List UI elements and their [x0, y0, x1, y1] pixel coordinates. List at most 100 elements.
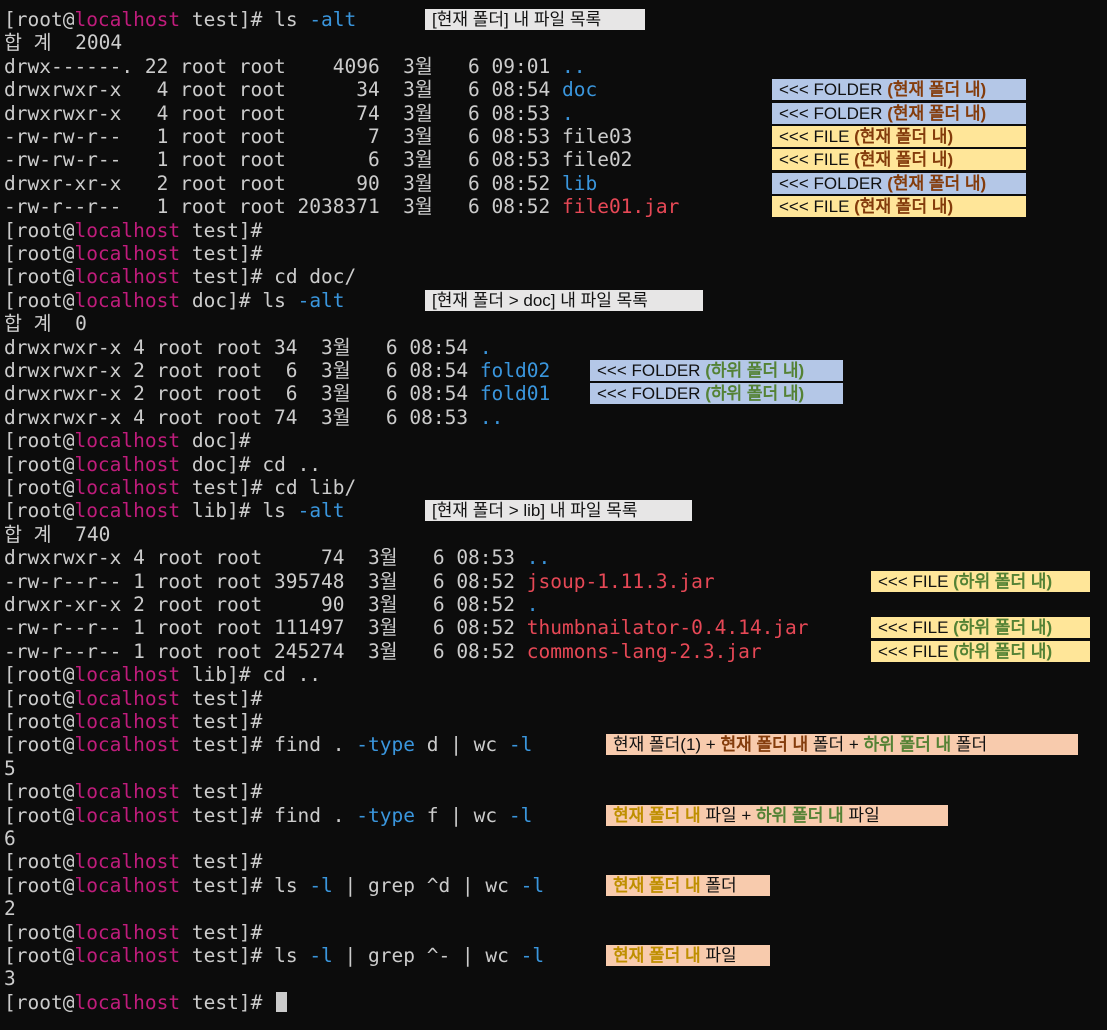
output-line: 합 계 740: [4, 523, 110, 546]
prompt-at: @: [62, 944, 75, 967]
entry-details: drwxr-xr-x 2 root root 90 3월 6 08:52: [4, 593, 527, 616]
prompt-line: [root@localhost test]# ls -l | grep ^d |…: [4, 873, 545, 897]
text-cursor[interactable]: [276, 991, 288, 1012]
prompt-dir: test: [191, 780, 239, 804]
output-text: 3: [4, 967, 16, 991]
prompt-at: @: [62, 710, 75, 733]
prompt-host: localhost: [74, 288, 181, 312]
listing-line: drwx------. 22 root root 4096 3월 6 09:01…: [4, 55, 585, 78]
prompt-user: [root: [4, 944, 63, 967]
prompt-user: [root: [4, 288, 63, 312]
annotation-note: 현재 폴더 내 파일: [606, 945, 770, 966]
prompt-user: [root: [4, 265, 63, 289]
entry-details: drwxrwxr-x 2 root root 6 3월 6 08:54: [4, 359, 480, 382]
prompt-host: localhost: [74, 710, 181, 733]
prompt-user: [root: [4, 429, 63, 453]
annotation-highlight: (현재 폴더 내): [854, 197, 954, 217]
annotation-highlight: 하위 폴더 내: [863, 735, 952, 755]
entry-details: -rw-rw-r-- 1 root root 6 3월 6 08:53: [4, 148, 562, 172]
output-line: 5: [4, 757, 16, 780]
prompt-line: [root@localhost test]#: [4, 920, 275, 944]
prompt-host: localhost: [74, 242, 181, 265]
annotation-note: <<< FILE (현재 폴더 내): [772, 126, 1026, 147]
prompt-at: @: [62, 990, 75, 1014]
entry-details: drwxrwxr-x 4 root root 74 3월 6 08:53: [4, 546, 527, 570]
prompt-host: localhost: [74, 990, 181, 1014]
entry-details: drwxrwxr-x 2 root root 6 3월 6 08:54: [4, 382, 480, 406]
prompt-dir: test: [191, 476, 239, 499]
command-text: ls: [274, 944, 310, 967]
prompt-dir: test: [191, 990, 239, 1014]
prompt-host: localhost: [74, 780, 181, 804]
listing-line: drwxr-xr-x 2 root root 90 3월 6 08:52 .: [4, 593, 539, 616]
annotation-note: <<< FILE (현재 폴더 내): [772, 196, 1026, 218]
annotation-text: <<< FOLDER: [779, 103, 888, 123]
prompt-host: localhost: [74, 265, 181, 289]
annotation-text: [현재 폴더 > lib] 내 파일 목록: [432, 501, 638, 521]
output-text: 합 계 740: [4, 522, 111, 546]
prompt-at: @: [62, 288, 75, 312]
output-line: 6: [4, 827, 16, 850]
command-flag: -l: [520, 873, 545, 897]
folder-name: lib: [561, 171, 598, 195]
prompt-user: [root: [4, 803, 63, 827]
prompt-host: localhost: [74, 920, 181, 944]
prompt-host: localhost: [74, 686, 181, 710]
prompt-line: [root@localhost test]# cd lib/: [4, 476, 357, 499]
annotation-note: [현재 폴더 > lib] 내 파일 목록: [425, 500, 692, 522]
annotation-highlight: 현재 폴더 내: [720, 735, 809, 755]
prompt-at: @: [62, 733, 75, 757]
output-line: 2: [4, 897, 16, 920]
prompt-dir: test: [191, 218, 239, 242]
annotation-note: <<< FOLDER (현재 폴더 내): [772, 79, 1026, 101]
annotation-note: <<< FOLDER (현재 폴더 내): [772, 102, 1026, 124]
prompt-at: @: [62, 920, 75, 944]
annotation-text: <<< FOLDER: [597, 384, 706, 404]
terminal-window[interactable]: [root@localhost test]# ls -alt 합 계 2004 dr…: [0, 0, 1107, 1030]
command-text: | grep ^d | wc: [332, 873, 521, 897]
folder-name: fold01: [479, 382, 551, 406]
file-name: jsoup-1.11.3.jar: [526, 569, 715, 593]
prompt-user: [root: [4, 990, 63, 1014]
listing-line: drwxrwxr-x 4 root root 34 3월 6 08:54 doc: [4, 78, 597, 101]
listing-line: drwxr-xr-x 2 root root 90 3월 6 08:52 lib: [4, 172, 597, 195]
prompt-dir: test: [191, 8, 239, 31]
entry-details: drwxrwxr-x 4 root root 74 3월 6 08:53: [4, 101, 562, 125]
prompt-user: [root: [4, 710, 63, 733]
prompt-line: [root@localhost test]# ls -alt: [4, 8, 357, 31]
annotation-text: [현재 폴더 > doc] 내 파일 목록: [432, 290, 648, 310]
prompt-user: [root: [4, 218, 63, 242]
annotation-highlight: (하위 폴더 내): [953, 618, 1053, 638]
prompt-host: localhost: [74, 499, 181, 523]
output-line: 합 계 2004: [4, 31, 122, 54]
prompt-line: [root@localhost test]#: [4, 242, 275, 265]
annotation-text: 파일: [700, 946, 737, 965]
listing-line: drwxrwxr-x 2 root root 6 3월 6 08:54 fold…: [4, 382, 550, 405]
listing-line: -rw-rw-r-- 1 root root 7 3월 6 08:53 file…: [4, 125, 632, 148]
prompt-at: @: [62, 242, 75, 265]
prompt-dir: test: [191, 733, 239, 757]
command-text: cd lib/: [274, 476, 357, 499]
prompt-dir: doc: [191, 429, 228, 453]
annotation-note: 현재 폴더(1) + 현재 폴더 내 폴더 + 하위 폴더 내 폴더: [606, 734, 1078, 756]
prompt-at: @: [62, 452, 75, 476]
prompt-line: [root@localhost test]# ls -l | grep ^- |…: [4, 944, 545, 967]
output-line: 합 계 0: [4, 312, 87, 335]
prompt-dir: doc: [191, 288, 228, 312]
prompt-dir: test: [191, 265, 239, 289]
folder-name: ..: [479, 405, 504, 429]
prompt-host: localhost: [74, 944, 181, 967]
command-text: find .: [274, 733, 357, 757]
command-text: | grep ^- | wc: [332, 944, 521, 967]
file-name: file03: [561, 125, 633, 148]
output-text: 6: [4, 827, 16, 850]
folder-name: ..: [526, 546, 551, 570]
prompt-user: [root: [4, 476, 63, 499]
entry-details: -rw-r--r-- 1 root root 2038371 3월 6 08:5…: [4, 195, 562, 219]
annotation-text: 폴더: [700, 875, 737, 895]
prompt-at: @: [62, 780, 75, 804]
prompt-dir: test: [191, 873, 239, 897]
prompt-at: @: [62, 803, 75, 827]
prompt-line: [root@localhost test]#: [4, 710, 275, 733]
listing-line: -rw-r--r-- 1 root root 111497 3월 6 08:52…: [4, 616, 809, 639]
